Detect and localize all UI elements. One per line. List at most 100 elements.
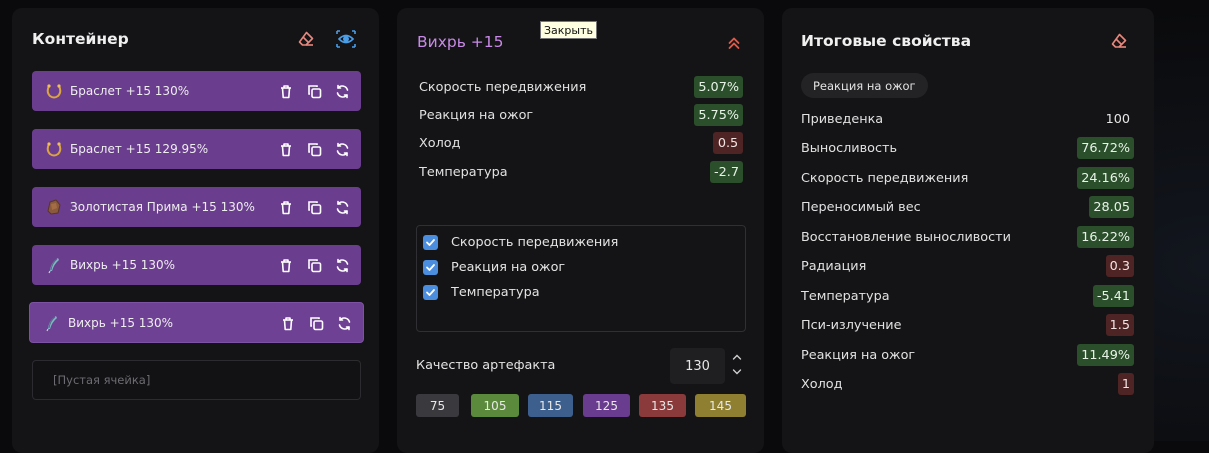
artifact-slot[interactable]: Браслет +15 130%	[32, 71, 361, 111]
summary-stat-row: Пси-излучение 1.5	[801, 314, 1134, 336]
decrement-chevron-icon[interactable]	[730, 365, 744, 379]
close-tooltip: Закрыть	[540, 21, 597, 39]
quality-preset-button[interactable]: 135	[639, 394, 686, 417]
checkbox[interactable]	[423, 284, 438, 300]
swap-icon[interactable]	[333, 198, 351, 216]
stat-label: Радиация	[801, 258, 867, 274]
feather-icon	[44, 255, 64, 275]
slot-label: Золотистая Прима +15 130%	[70, 200, 255, 214]
stat-label: Температура	[801, 288, 890, 304]
stat-value: 11.49%	[1077, 344, 1134, 366]
stat-value: 100	[1105, 111, 1130, 127]
stat-label: Приведенка	[801, 111, 884, 127]
checkbox-label: Температура	[451, 284, 540, 300]
artifact-slot[interactable]: Золотистая Прима +15 130%	[32, 187, 361, 227]
collapse-chevron-icon[interactable]	[722, 31, 746, 55]
summary-panel: Итоговые свойства Реакция на ожог Привед…	[782, 8, 1154, 453]
stat-label: Холод	[419, 135, 461, 151]
quality-preset-button[interactable]: 75	[416, 394, 459, 417]
filter-checkbox-row[interactable]: Температура	[423, 283, 540, 301]
stone-icon	[44, 197, 64, 217]
artifact-slot[interactable]: Вихрь +15 130%	[29, 302, 364, 343]
stat-value: 28.05	[1089, 196, 1134, 218]
summary-stat-row: Выносливость 76.72%	[801, 137, 1134, 159]
stat-value: 5.75%	[694, 104, 743, 126]
container-title: Контейнер	[32, 30, 129, 48]
swap-icon[interactable]	[333, 140, 351, 158]
trash-icon[interactable]	[279, 314, 297, 332]
stat-value: 5.07%	[694, 76, 743, 98]
copy-icon[interactable]	[305, 256, 323, 274]
filter-checkbox-row[interactable]: Скорость передвижения	[423, 233, 618, 251]
summary-stat-row: Холод 1	[801, 373, 1134, 395]
artifact-stat-row: Реакция на ожог 5.75%	[419, 104, 743, 126]
stat-value: 76.72%	[1077, 137, 1134, 159]
copy-icon[interactable]	[305, 82, 323, 100]
empty-slot[interactable]: [Пустая ячейка]	[32, 360, 361, 400]
filter-tag[interactable]: Реакция на ожог	[801, 73, 928, 98]
stat-value: 0.5	[713, 132, 743, 154]
summary-stat-row: Переносимый вес 28.05	[801, 196, 1134, 218]
stat-label: Восстановление выносливости	[801, 229, 1011, 245]
slot-label: Браслет +15 129.95%	[70, 142, 209, 156]
artifact-slot[interactable]: Вихрь +15 130%	[32, 245, 361, 285]
stat-value: 24.16%	[1077, 167, 1134, 189]
stat-label: Температура	[419, 164, 508, 180]
stat-value: 0.3	[1105, 255, 1134, 277]
summary-stat-row: Скорость передвижения 24.16%	[801, 167, 1134, 189]
stat-label: Выносливость	[801, 140, 898, 156]
stat-label: Реакция на ожог	[801, 347, 916, 363]
eraser-icon[interactable]	[294, 27, 318, 51]
quality-preset-button[interactable]: 105	[471, 394, 519, 417]
quality-input[interactable]: 130	[670, 348, 725, 384]
checkbox-label: Скорость передвижения	[451, 234, 619, 250]
trash-icon[interactable]	[277, 198, 295, 216]
checkbox[interactable]	[423, 234, 438, 250]
stat-label: Реакция на ожог	[419, 107, 534, 123]
summary-stat-row: Температура -5.41	[801, 285, 1134, 307]
swap-icon[interactable]	[333, 82, 351, 100]
summary-title: Итоговые свойства	[801, 32, 972, 50]
bracelet-icon	[44, 81, 64, 101]
swap-icon[interactable]	[333, 256, 351, 274]
eraser-icon[interactable]	[1107, 29, 1131, 53]
trash-icon[interactable]	[277, 256, 295, 274]
summary-stat-row: Реакция на ожог 11.49%	[801, 344, 1134, 366]
eye-icon[interactable]	[334, 27, 358, 51]
stat-label: Холод	[801, 376, 843, 392]
slot-label: Вихрь +15 130%	[70, 258, 176, 272]
quality-preset-button[interactable]: 115	[528, 394, 573, 417]
stat-filter-box: Скорость передвижения Реакция на ожог Темп…	[416, 225, 746, 332]
artifact-panel: Вихрь +15 Скорость передвижения 5.07% Реак…	[397, 8, 764, 453]
stat-value: 1	[1117, 373, 1134, 395]
filter-checkbox-row[interactable]: Реакция на ожог	[423, 258, 565, 276]
bracelet-icon	[44, 139, 64, 159]
copy-icon[interactable]	[305, 140, 323, 158]
artifact-slot[interactable]: Браслет +15 129.95%	[32, 129, 361, 169]
quality-preset-button[interactable]: 145	[695, 394, 746, 417]
copy-icon[interactable]	[307, 314, 325, 332]
artifact-stat-row: Температура -2.7	[419, 161, 743, 183]
checkbox-label: Реакция на ожог	[451, 259, 566, 275]
stat-label: Пси-излучение	[801, 317, 902, 333]
trash-icon[interactable]	[277, 140, 295, 158]
stat-label: Скорость передвижения	[419, 79, 587, 95]
stat-value: -5.41	[1092, 285, 1134, 307]
feather-icon	[42, 313, 62, 333]
artifact-title: Вихрь +15	[417, 33, 504, 51]
stat-label: Скорость передвижения	[801, 170, 969, 186]
artifact-stat-row: Холод 0.5	[419, 132, 743, 154]
increment-chevron-icon[interactable]	[730, 350, 744, 364]
quality-preset-button[interactable]: 125	[583, 394, 630, 417]
summary-stat-row: Восстановление выносливости 16.22%	[801, 226, 1134, 248]
stat-value: 1.5	[1105, 314, 1134, 336]
trash-icon[interactable]	[277, 82, 295, 100]
slot-label: Браслет +15 130%	[70, 84, 190, 98]
stat-value: 16.22%	[1077, 226, 1134, 248]
summary-stat-row: Приведенка 100	[801, 108, 1134, 130]
copy-icon[interactable]	[305, 198, 323, 216]
checkbox[interactable]	[423, 259, 438, 275]
artifact-stat-row: Скорость передвижения 5.07%	[419, 76, 743, 98]
summary-stat-row: Радиация 0.3	[801, 255, 1134, 277]
swap-icon[interactable]	[335, 314, 353, 332]
